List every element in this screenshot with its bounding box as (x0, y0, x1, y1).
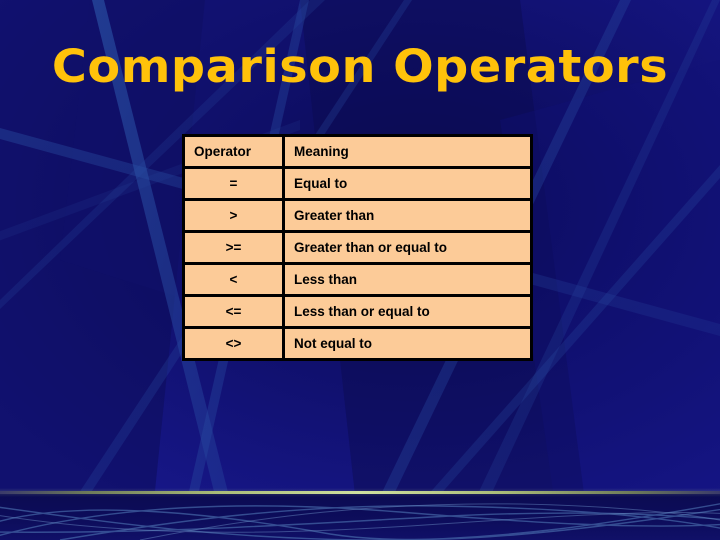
slide-canvas: Comparison Operators Operator Meaning = … (0, 0, 720, 540)
cell-operator: < (182, 262, 285, 297)
table-row: > Greater than (182, 198, 533, 233)
table-row: = Equal to (182, 166, 533, 201)
cell-meaning: Equal to (282, 166, 533, 201)
table-row: < Less than (182, 262, 533, 297)
cell-operator: > (182, 198, 285, 233)
cell-operator: <= (182, 294, 285, 329)
cell-operator: <> (182, 326, 285, 361)
cell-meaning: Greater than or equal to (282, 230, 533, 265)
comparison-operators-table: Operator Meaning = Equal to > Greater th… (182, 134, 533, 361)
table-row: <= Less than or equal to (182, 294, 533, 329)
column-header-meaning: Meaning (282, 134, 533, 169)
accent-line (0, 491, 720, 494)
background-bottom-curves (0, 494, 720, 540)
cell-operator: >= (182, 230, 285, 265)
table-row: >= Greater than or equal to (182, 230, 533, 265)
column-header-operator: Operator (182, 134, 285, 169)
cell-meaning: Less than (282, 262, 533, 297)
table-header-row: Operator Meaning (182, 134, 533, 169)
cell-meaning: Not equal to (282, 326, 533, 361)
page-title: Comparison Operators (51, 40, 669, 93)
cell-meaning: Greater than (282, 198, 533, 233)
cell-meaning: Less than or equal to (282, 294, 533, 329)
table-row: <> Not equal to (182, 326, 533, 361)
cell-operator: = (182, 166, 285, 201)
